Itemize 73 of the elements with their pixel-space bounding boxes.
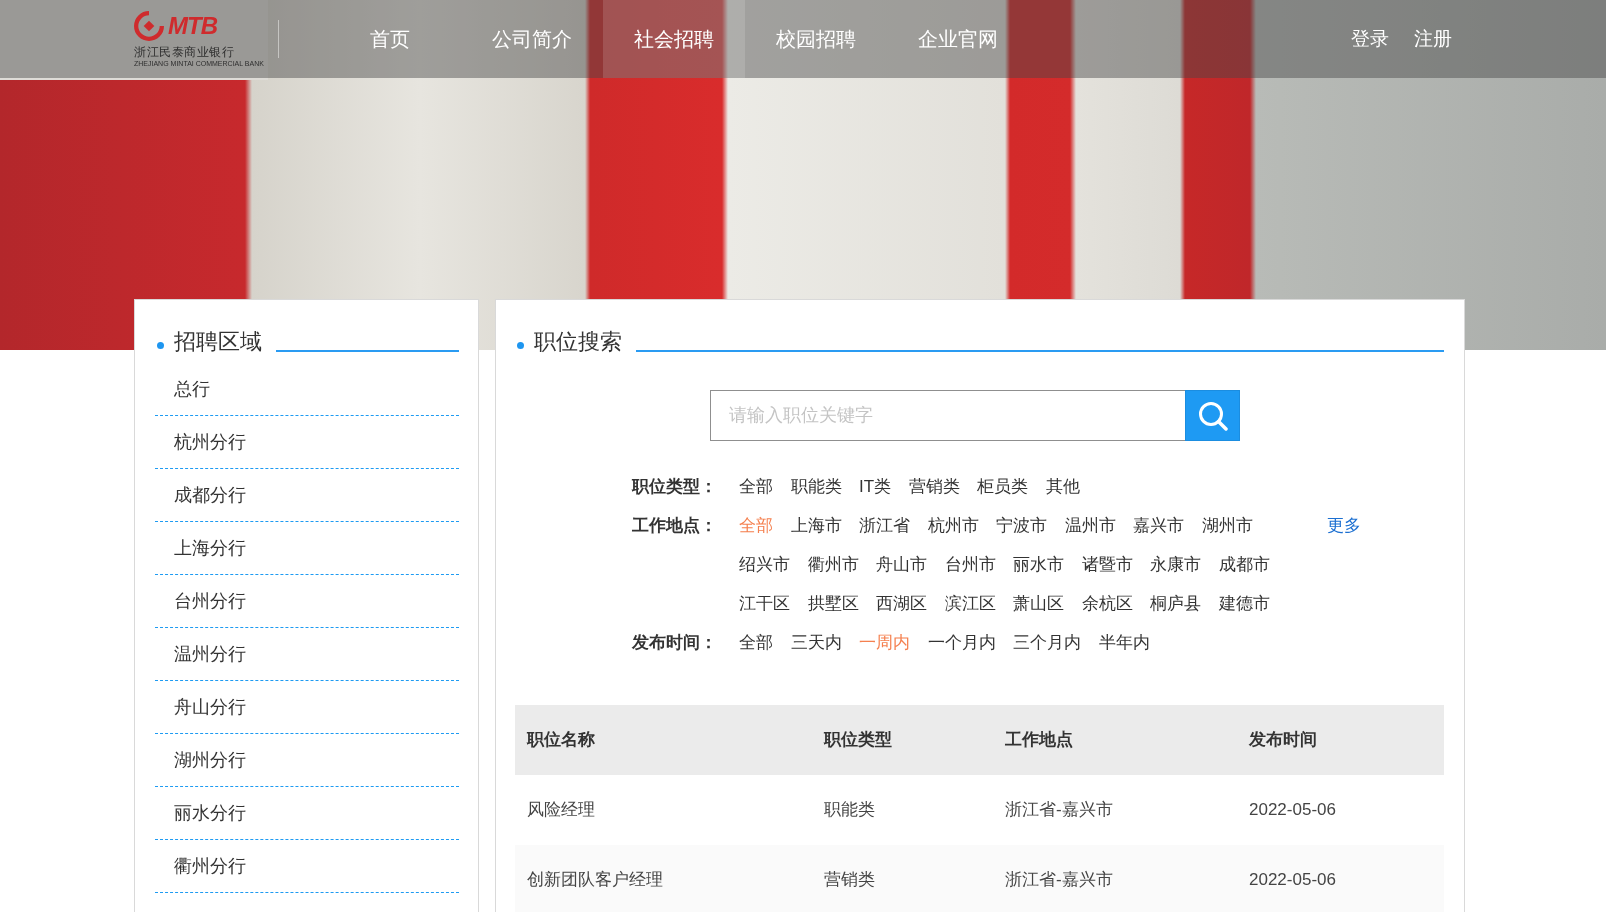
column-header: 工作地点 <box>993 705 1237 775</box>
filter-option[interactable]: 成都市 <box>1218 545 1270 584</box>
filter-option[interactable]: 杭州市 <box>927 506 979 545</box>
dot-icon <box>517 342 524 349</box>
filter-option[interactable]: 上海市 <box>790 506 842 545</box>
filter-option[interactable]: 舟山市 <box>876 545 927 584</box>
account-link[interactable]: 注册 <box>1414 27 1452 51</box>
filter-option[interactable]: 全部 <box>739 467 773 506</box>
region-link[interactable]: 总行 <box>155 363 459 416</box>
filter-option[interactable]: 一个月内 <box>927 623 996 662</box>
filter-option[interactable]: 营销类 <box>908 467 960 506</box>
panel-title: 职位搜索 <box>534 328 622 356</box>
dot-icon <box>157 342 164 349</box>
filter-option[interactable]: 其他 <box>1045 467 1080 506</box>
more-link[interactable]: 更多 <box>1327 506 1361 545</box>
search-icon <box>1197 400 1228 431</box>
filter-label: 职位类型： <box>632 476 718 498</box>
region-link[interactable]: 湖州分行 <box>155 734 459 787</box>
filter-option[interactable]: 拱墅区 <box>807 584 859 623</box>
filter-option[interactable]: 绍兴市 <box>739 545 790 584</box>
table-cell: 创新团队客户经理 <box>515 845 812 912</box>
logo-wordmark: MTB <box>168 12 217 39</box>
nav-link[interactable]: 社会招聘 <box>603 0 745 78</box>
filter-option[interactable]: 柜员类 <box>977 467 1029 506</box>
filter-option[interactable]: 诸暨市 <box>1081 545 1133 584</box>
filter-option[interactable]: 桐庐县 <box>1150 584 1201 623</box>
region-link[interactable]: 舟山分行 <box>155 681 459 734</box>
filter-option[interactable]: 三个月内 <box>1013 623 1081 662</box>
region-link[interactable]: 杭州分行 <box>155 416 459 469</box>
column-header: 发布时间 <box>1237 705 1444 775</box>
filter-option[interactable]: 宁波市 <box>996 506 1047 545</box>
region-link[interactable]: 丽水分行 <box>155 787 459 840</box>
filter-option[interactable]: 建德市 <box>1218 584 1270 623</box>
column-header: 职位类型 <box>812 705 993 775</box>
table-cell: 浙江省-嘉兴市 <box>993 845 1237 912</box>
filter-option[interactable]: 台州市 <box>944 545 996 584</box>
region-link[interactable]: 成都分行 <box>155 469 459 522</box>
table-cell: 2022-05-06 <box>1237 775 1444 845</box>
filter-label: 发布时间： <box>632 632 718 654</box>
search-field[interactable]: 请输入职位关键字 <box>710 390 1185 441</box>
table-cell: 职能类 <box>812 775 993 845</box>
filter-option[interactable]: 嘉兴市 <box>1133 506 1184 545</box>
table-cell: 风险经理 <box>515 775 812 845</box>
filter-option[interactable]: 萧山区 <box>1013 584 1064 623</box>
region-link[interactable]: 上海分行 <box>155 522 459 575</box>
filter-option[interactable]: 职能类 <box>790 467 842 506</box>
table-cell: 营销类 <box>812 845 993 912</box>
filter-option[interactable]: 衢州市 <box>807 545 859 584</box>
account-link[interactable]: 登录 <box>1351 27 1389 51</box>
table-cell: 2022-05-06 <box>1237 845 1444 912</box>
table-cell: 浙江省-嘉兴市 <box>993 775 1237 845</box>
search-button[interactable] <box>1185 390 1240 441</box>
region-link[interactable]: 温州分行 <box>155 628 459 681</box>
filter-option[interactable]: IT类 <box>859 467 892 506</box>
region-link[interactable]: 台州分行 <box>155 575 459 628</box>
logo-name: 浙江民泰商业银行 <box>134 44 234 59</box>
filter-option[interactable]: 全部 <box>739 623 773 662</box>
filter-option[interactable]: 永康市 <box>1150 545 1201 584</box>
filter-option[interactable]: 滨江区 <box>944 584 996 623</box>
filter-option[interactable]: 江干区 <box>739 584 790 623</box>
filter-option[interactable]: 温州市 <box>1064 506 1116 545</box>
filter-option[interactable]: 西湖区 <box>876 584 927 623</box>
panel-title: 招聘区域 <box>174 328 262 356</box>
filter-label: 工作地点： <box>632 515 718 537</box>
column-header: 职位名称 <box>515 705 812 775</box>
filter-option[interactable]: 丽水市 <box>1013 545 1064 584</box>
filter-option[interactable]: 三天内 <box>790 623 842 662</box>
filter-option[interactable]: 余杭区 <box>1081 584 1133 623</box>
filter-option[interactable]: 浙江省 <box>859 506 910 545</box>
filter-option[interactable]: 湖州市 <box>1201 506 1253 545</box>
region-link[interactable]: 衢州分行 <box>155 840 459 893</box>
filter-option[interactable]: 半年内 <box>1098 623 1150 662</box>
ring-logo-icon <box>134 10 164 41</box>
